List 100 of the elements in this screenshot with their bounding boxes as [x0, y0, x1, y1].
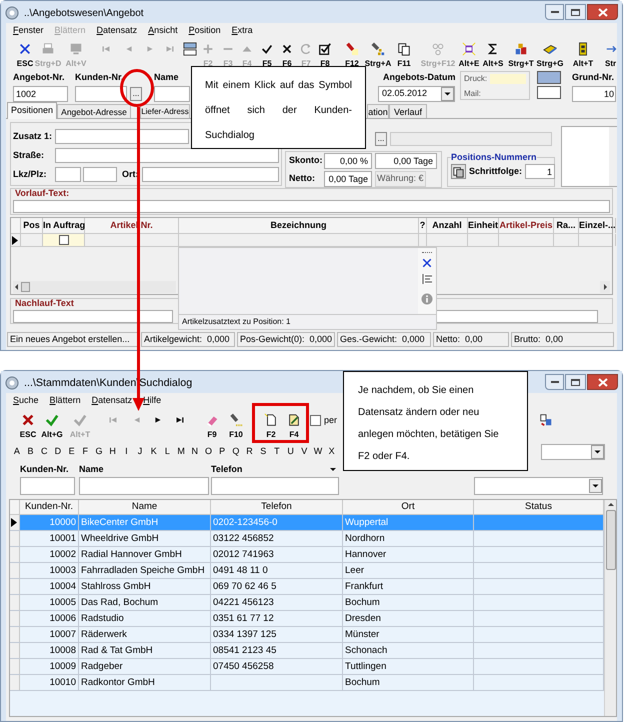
letter-link[interactable]: H	[106, 444, 120, 458]
step-field[interactable]: 1	[525, 164, 555, 179]
toolbar-button[interactable]: Alt+G	[40, 413, 64, 439]
dropdown-field[interactable]	[474, 477, 603, 495]
menu-item[interactable]: Extra	[232, 24, 253, 38]
tab[interactable]: Angebot-Adresse	[57, 104, 131, 118]
list-icon[interactable]	[421, 273, 433, 285]
toolbar-button[interactable]: ESC	[16, 413, 40, 439]
column-header[interactable]: Artikel Nr.	[85, 218, 179, 233]
letter-link[interactable]: P	[215, 444, 229, 458]
horizontal-scrollbar[interactable]	[13, 281, 176, 293]
column-header[interactable]: Einheit	[468, 218, 499, 233]
column-header[interactable]: Artikel-Preis	[499, 218, 554, 233]
letter-link[interactable]: Q	[229, 444, 243, 458]
text-field[interactable]	[142, 167, 279, 182]
toolbar-button[interactable]: F4	[284, 413, 304, 439]
minimize-button[interactable]	[545, 374, 564, 390]
menu-item[interactable]: Datensatz	[96, 24, 138, 38]
text-field[interactable]	[55, 167, 81, 182]
column-header[interactable]: Telefon	[211, 500, 343, 514]
letter-link[interactable]: S	[256, 444, 270, 458]
letter-link[interactable]: W	[311, 444, 325, 458]
letter-link[interactable]: V	[297, 444, 312, 458]
maximize-button[interactable]	[565, 374, 586, 390]
menu-item[interactable]: Blättern	[50, 394, 81, 408]
column-header[interactable]: Bezeichnung	[179, 218, 419, 233]
checkbox[interactable]	[58, 235, 68, 245]
letter-link[interactable]: U	[284, 444, 298, 458]
preface-text-field[interactable]	[13, 200, 610, 213]
letter-link[interactable]: F	[78, 444, 92, 458]
toolbar-button[interactable]: F10	[224, 413, 248, 439]
toolbar-button[interactable]: Alt+E	[457, 42, 481, 68]
column-header[interactable]: Pos	[21, 218, 43, 233]
letter-link[interactable]: G	[92, 444, 106, 458]
toolbar-button[interactable]: Str	[605, 42, 617, 68]
checkbox[interactable]	[310, 415, 321, 426]
customer-number-field[interactable]	[75, 86, 127, 102]
letter-link[interactable]: D	[51, 444, 65, 458]
column-header[interactable]: In Auftrag	[43, 218, 85, 233]
layout-swatch[interactable]	[537, 71, 561, 84]
dropdown-field[interactable]	[541, 444, 605, 460]
toolbar-button[interactable]: F6	[278, 42, 296, 68]
tab[interactable]: Liefer-Adress	[140, 104, 190, 118]
filter-field[interactable]	[20, 477, 75, 495]
menu-item[interactable]: Hilfe	[143, 394, 162, 408]
toolbar-button[interactable]: F11	[395, 42, 413, 68]
toolbar-button[interactable]: ESC	[15, 42, 35, 68]
row-header[interactable]	[10, 515, 20, 530]
menu-item[interactable]: Ansicht	[148, 24, 178, 38]
column-header[interactable]: Ra...	[554, 218, 579, 233]
toolbar-button[interactable]: F12	[342, 42, 362, 68]
toolbar-button[interactable]: Strg+G	[536, 42, 564, 68]
renumber-icon[interactable]	[451, 164, 466, 179]
offer-number-field[interactable]: 1002	[13, 86, 68, 102]
letter-link[interactable]: L	[160, 444, 174, 458]
vertical-scrollbar[interactable]	[604, 500, 616, 716]
letter-link[interactable]: C	[37, 444, 52, 458]
toolbar-button[interactable]: Alt+T	[571, 42, 595, 68]
letter-link[interactable]: B	[24, 444, 38, 458]
menu-item[interactable]: Position	[188, 24, 221, 38]
letter-link[interactable]: T	[270, 444, 284, 458]
close-button[interactable]	[587, 4, 618, 20]
letter-link[interactable]: M	[174, 444, 188, 458]
letter-link[interactable]: J	[133, 444, 147, 458]
notes-box[interactable]	[561, 126, 617, 187]
text-field[interactable]	[55, 148, 279, 163]
filter-field[interactable]	[79, 477, 209, 495]
text-field[interactable]	[55, 129, 189, 144]
column-header[interactable]: ?	[419, 218, 427, 233]
name-field[interactable]	[154, 86, 190, 102]
x-icon[interactable]	[421, 257, 433, 269]
layout-swatch[interactable]	[537, 86, 561, 99]
letter-link[interactable]: A	[10, 444, 24, 458]
tab[interactable]: Verlauf	[389, 104, 427, 118]
info-icon[interactable]	[421, 293, 433, 305]
toolbar-button[interactable]: F9	[200, 413, 224, 439]
epilogue-text-field[interactable]	[13, 310, 173, 323]
lookup-button[interactable]: ...	[375, 132, 387, 146]
menu-item[interactable]: Suche	[13, 394, 39, 408]
column-header[interactable]: Kunden-Nr.	[20, 500, 79, 514]
grip-handle[interactable]	[422, 252, 432, 253]
tab[interactable]: Positionen	[7, 102, 57, 119]
column-header[interactable]: Name	[79, 500, 211, 514]
toolbar-button[interactable]: Alt+S	[481, 42, 505, 68]
letter-link[interactable]: N	[188, 444, 202, 458]
minimize-button[interactable]	[545, 4, 564, 20]
column-header[interactable]: Ort	[343, 500, 474, 514]
letter-link[interactable]: R	[242, 444, 256, 458]
print-field[interactable]	[490, 74, 526, 84]
base-number-field[interactable]: 10	[572, 86, 616, 102]
filter-field[interactable]	[211, 477, 339, 495]
close-button[interactable]	[587, 374, 618, 390]
lookup-button[interactable]: ...	[130, 86, 142, 100]
letter-link[interactable]: I	[120, 444, 134, 458]
letter-link[interactable]: E	[64, 444, 78, 458]
letter-link[interactable]: K	[146, 444, 161, 458]
column-header[interactable]: Anzahl	[427, 218, 468, 233]
toolbar-button[interactable]: F5	[258, 42, 276, 68]
letter-link[interactable]: X	[324, 444, 338, 458]
epilogue-text-field[interactable]	[436, 310, 598, 323]
